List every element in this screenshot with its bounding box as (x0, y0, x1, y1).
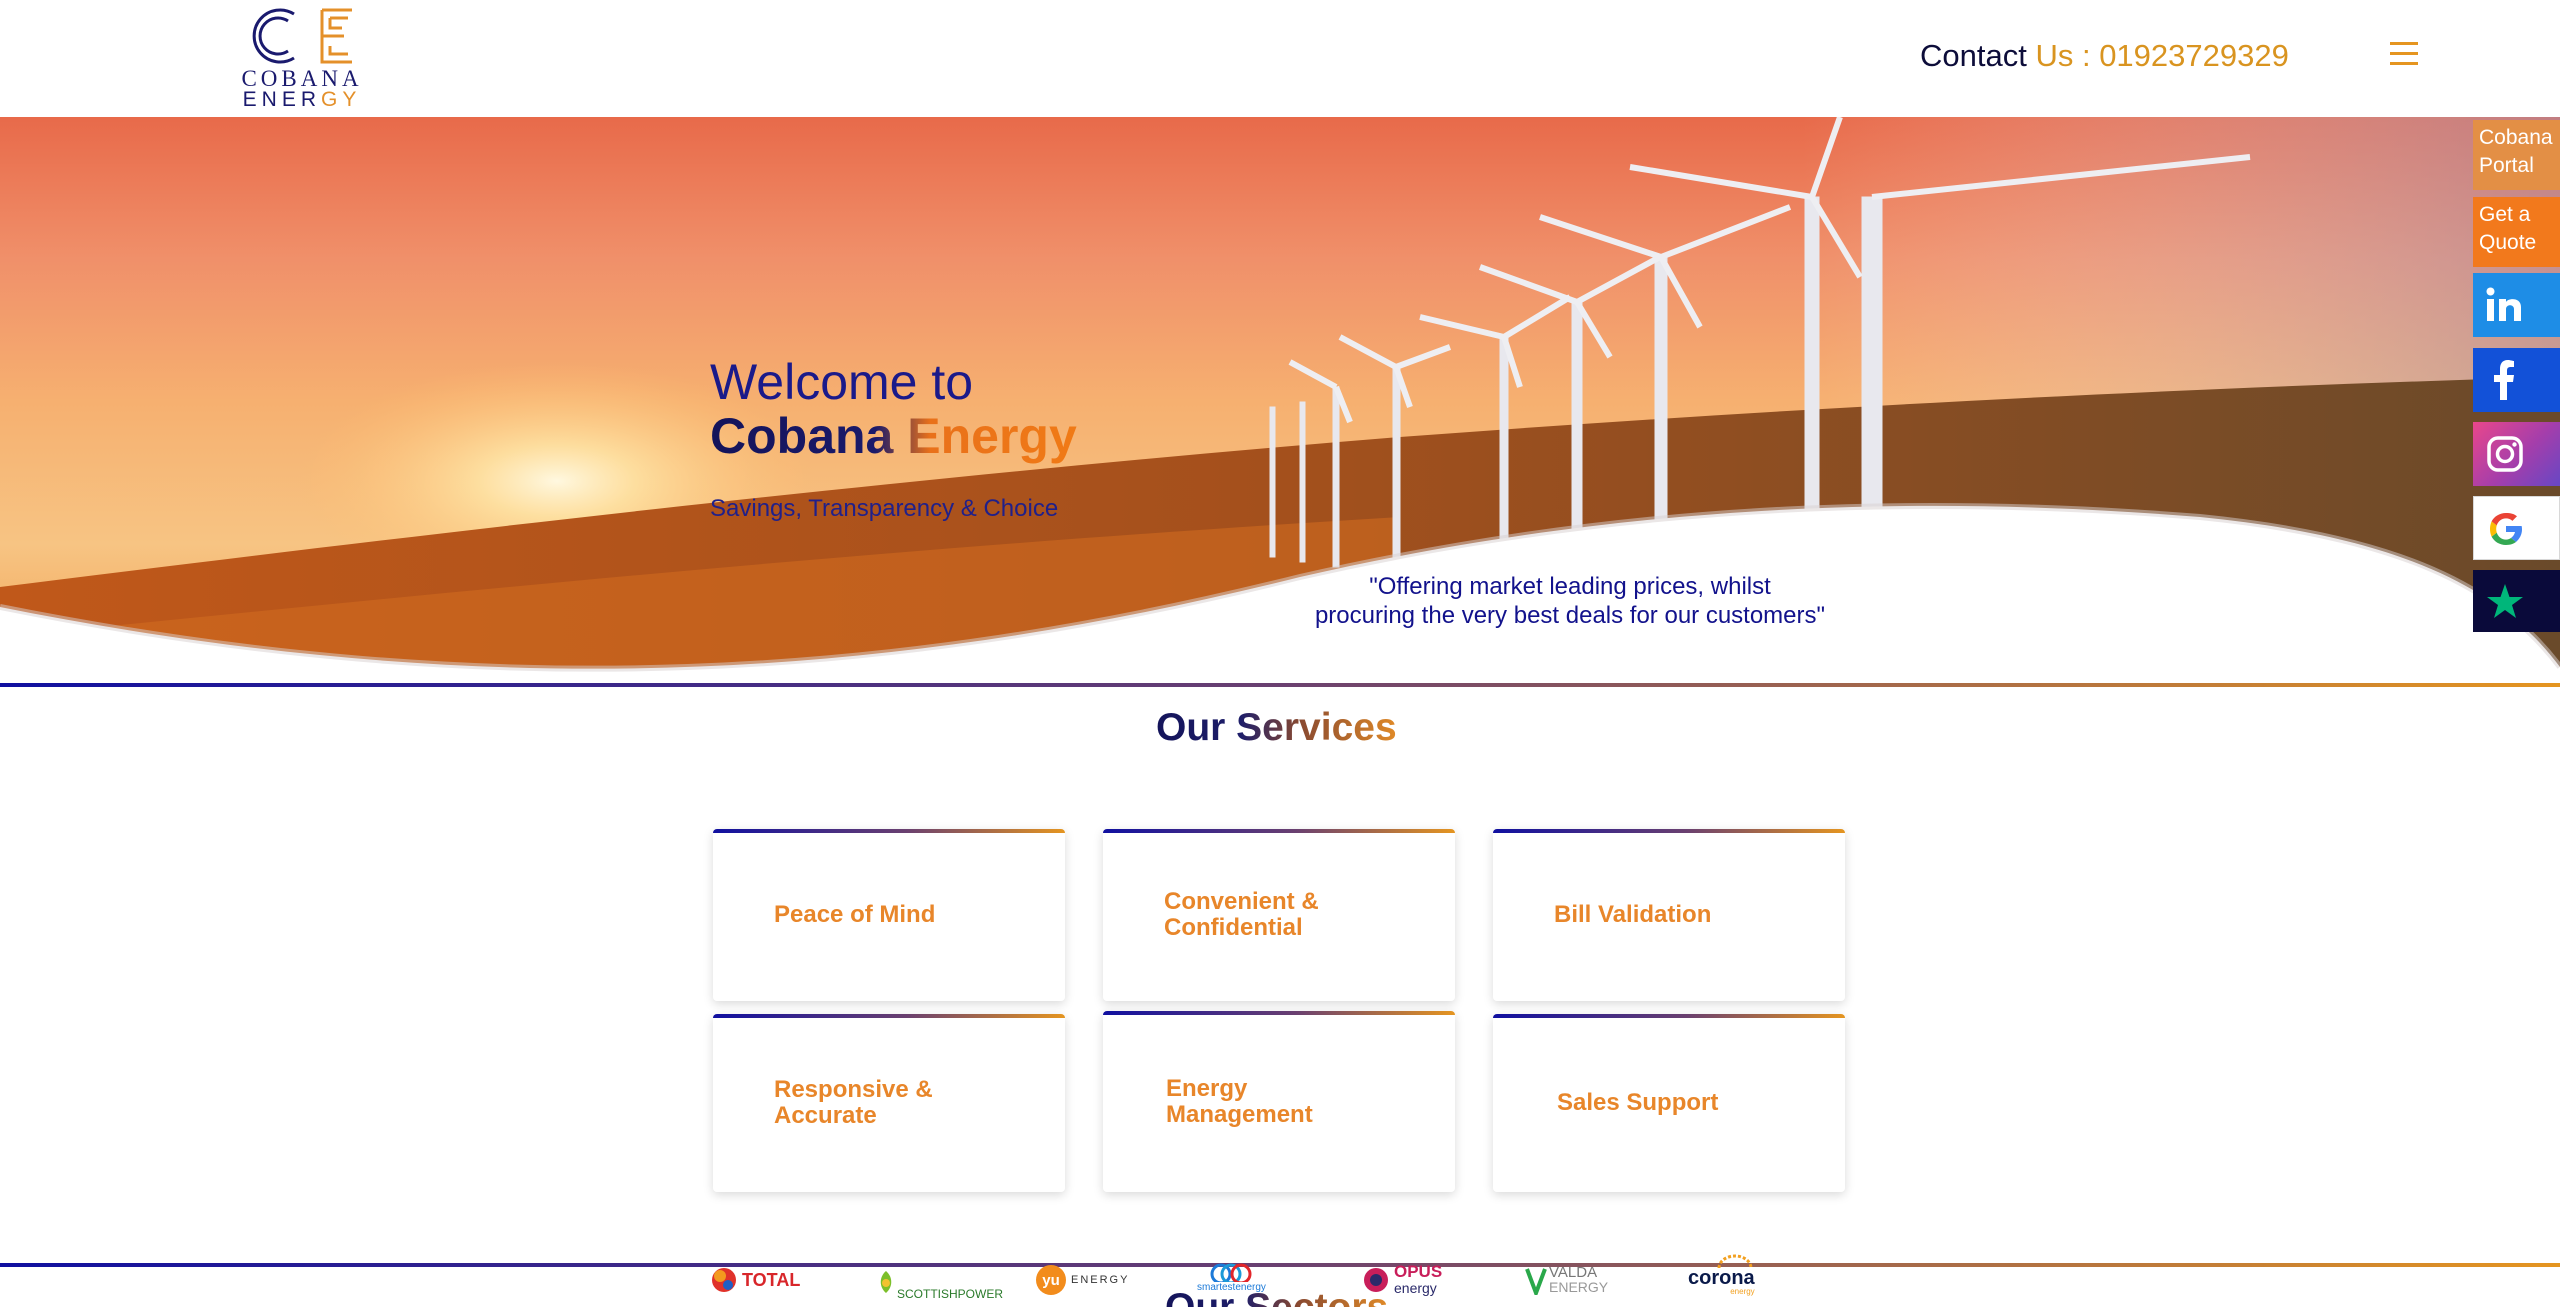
get-quote-button[interactable]: Get a Quote (2473, 197, 2560, 267)
yu-logo-text: ENERGY (1071, 1274, 1130, 1286)
service-card-label: Convenient & Confidential (1164, 888, 1319, 941)
corona-logo-text: corona (1688, 1266, 1755, 1289)
total-logo-icon (712, 1268, 736, 1292)
linkedin-icon (2486, 287, 2521, 321)
linkedin-button[interactable] (2473, 273, 2560, 337)
hero-banner: Welcome to Cobana Energy Savings, Transp… (0, 117, 2560, 687)
hero-title-welcome: Welcome to (710, 354, 974, 410)
service-card-bill-validation[interactable]: Bill Validation (1493, 829, 1845, 1001)
yu-energy-logo: yu ENERGY (1036, 1260, 1129, 1300)
scottishpower-logo: SCOTTISHPOWER (875, 1264, 1003, 1304)
facebook-icon (2494, 360, 2514, 400)
service-card-sales-support[interactable]: Sales Support (1493, 1014, 1845, 1192)
hero-title-brand: Cobana Energy (710, 408, 1077, 464)
cobana-portal-button[interactable]: Cobana Portal (2473, 120, 2560, 190)
hero-quote: "Offering market leading prices, whilst … (1290, 572, 1850, 630)
logo-text-energy: ENERGY (232, 88, 372, 112)
valda-logo-subtext: ENERGY (1549, 1279, 1609, 1295)
portal-label-line2: Portal (2479, 154, 2534, 177)
google-icon (2490, 513, 2522, 545)
trustpilot-button[interactable] (2473, 570, 2560, 632)
logo-text-gy: GY (321, 88, 362, 111)
total-logo-text: TOTAL (742, 1269, 801, 1290)
contact-number[interactable]: Us : 01923729329 (2035, 38, 2288, 73)
portal-label-line1: Cobana (2479, 126, 2553, 149)
scottishpower-logo-icon (880, 1271, 892, 1293)
service-card-peace-of-mind[interactable]: Peace of Mind (713, 829, 1065, 1001)
service-card-convenient[interactable]: Convenient & Confidential (1103, 829, 1455, 1001)
quote-label-line2: Quote (2479, 231, 2537, 254)
service-card-responsive[interactable]: Responsive & Accurate (713, 1014, 1065, 1192)
service-card-label: Sales Support (1557, 1089, 1719, 1116)
smartest-energy-logo-icon (1210, 1263, 1252, 1282)
service-card-label: Bill Validation (1554, 901, 1712, 928)
google-reviews-button[interactable] (2473, 496, 2560, 560)
valda-logo-icon (1525, 1268, 1547, 1295)
opus-logo-subtext: energy (1394, 1280, 1437, 1296)
cobana-logo[interactable]: COBANA ENERGY (232, 4, 372, 111)
sectors-heading: Our Sectors (1165, 1286, 1388, 1307)
opus-logo-text: OPUS (1394, 1262, 1443, 1281)
site-header: COBANA ENERGY Contact Us : 01923729329 (0, 0, 2560, 117)
facebook-button[interactable] (2473, 348, 2560, 412)
valda-energy-logo: VALDA ENERGY (1525, 1260, 1608, 1300)
scottishpower-logo-text: SCOTTISHPOWER (897, 1287, 1004, 1301)
service-card-energy-management[interactable]: Energy Management (1103, 1011, 1455, 1192)
instagram-icon (2487, 436, 2523, 472)
service-card-label: Peace of Mind (774, 901, 936, 928)
hero-quote-line1: "Offering market leading prices, whilst (1369, 573, 1771, 600)
service-card-label: Energy Management (1166, 1074, 1313, 1128)
cobana-logo-mark-icon (252, 8, 352, 64)
yu-logo-badge: yu (1036, 1265, 1066, 1295)
contact-phone[interactable]: Contact Us : 01923729329 (1920, 38, 2289, 74)
hamburger-icon[interactable] (2386, 36, 2422, 72)
services-heading: Our Services (1156, 706, 1397, 749)
service-card-label: Responsive & Accurate (774, 1076, 933, 1129)
corona-logo-icon (1717, 1254, 1753, 1268)
instagram-button[interactable] (2473, 422, 2560, 486)
contact-label: Contact (1920, 38, 2027, 73)
valda-logo-text: VALDA (1549, 1264, 1598, 1281)
hero-tagline: Savings, Transparency & Choice (710, 495, 1059, 522)
section-divider-top (0, 683, 2560, 687)
wind-turbine-sunset-image (0, 117, 2560, 687)
hero-quote-line2: procuring the very best deals for our cu… (1314, 602, 1826, 629)
quote-label-line1: Get a (2479, 203, 2531, 226)
trustpilot-icon (2487, 584, 2523, 618)
logo-text-ener: ENER (242, 88, 321, 111)
corona-energy-logo: corona energy (1688, 1254, 1755, 1296)
total-logo: TOTAL (710, 1260, 800, 1300)
